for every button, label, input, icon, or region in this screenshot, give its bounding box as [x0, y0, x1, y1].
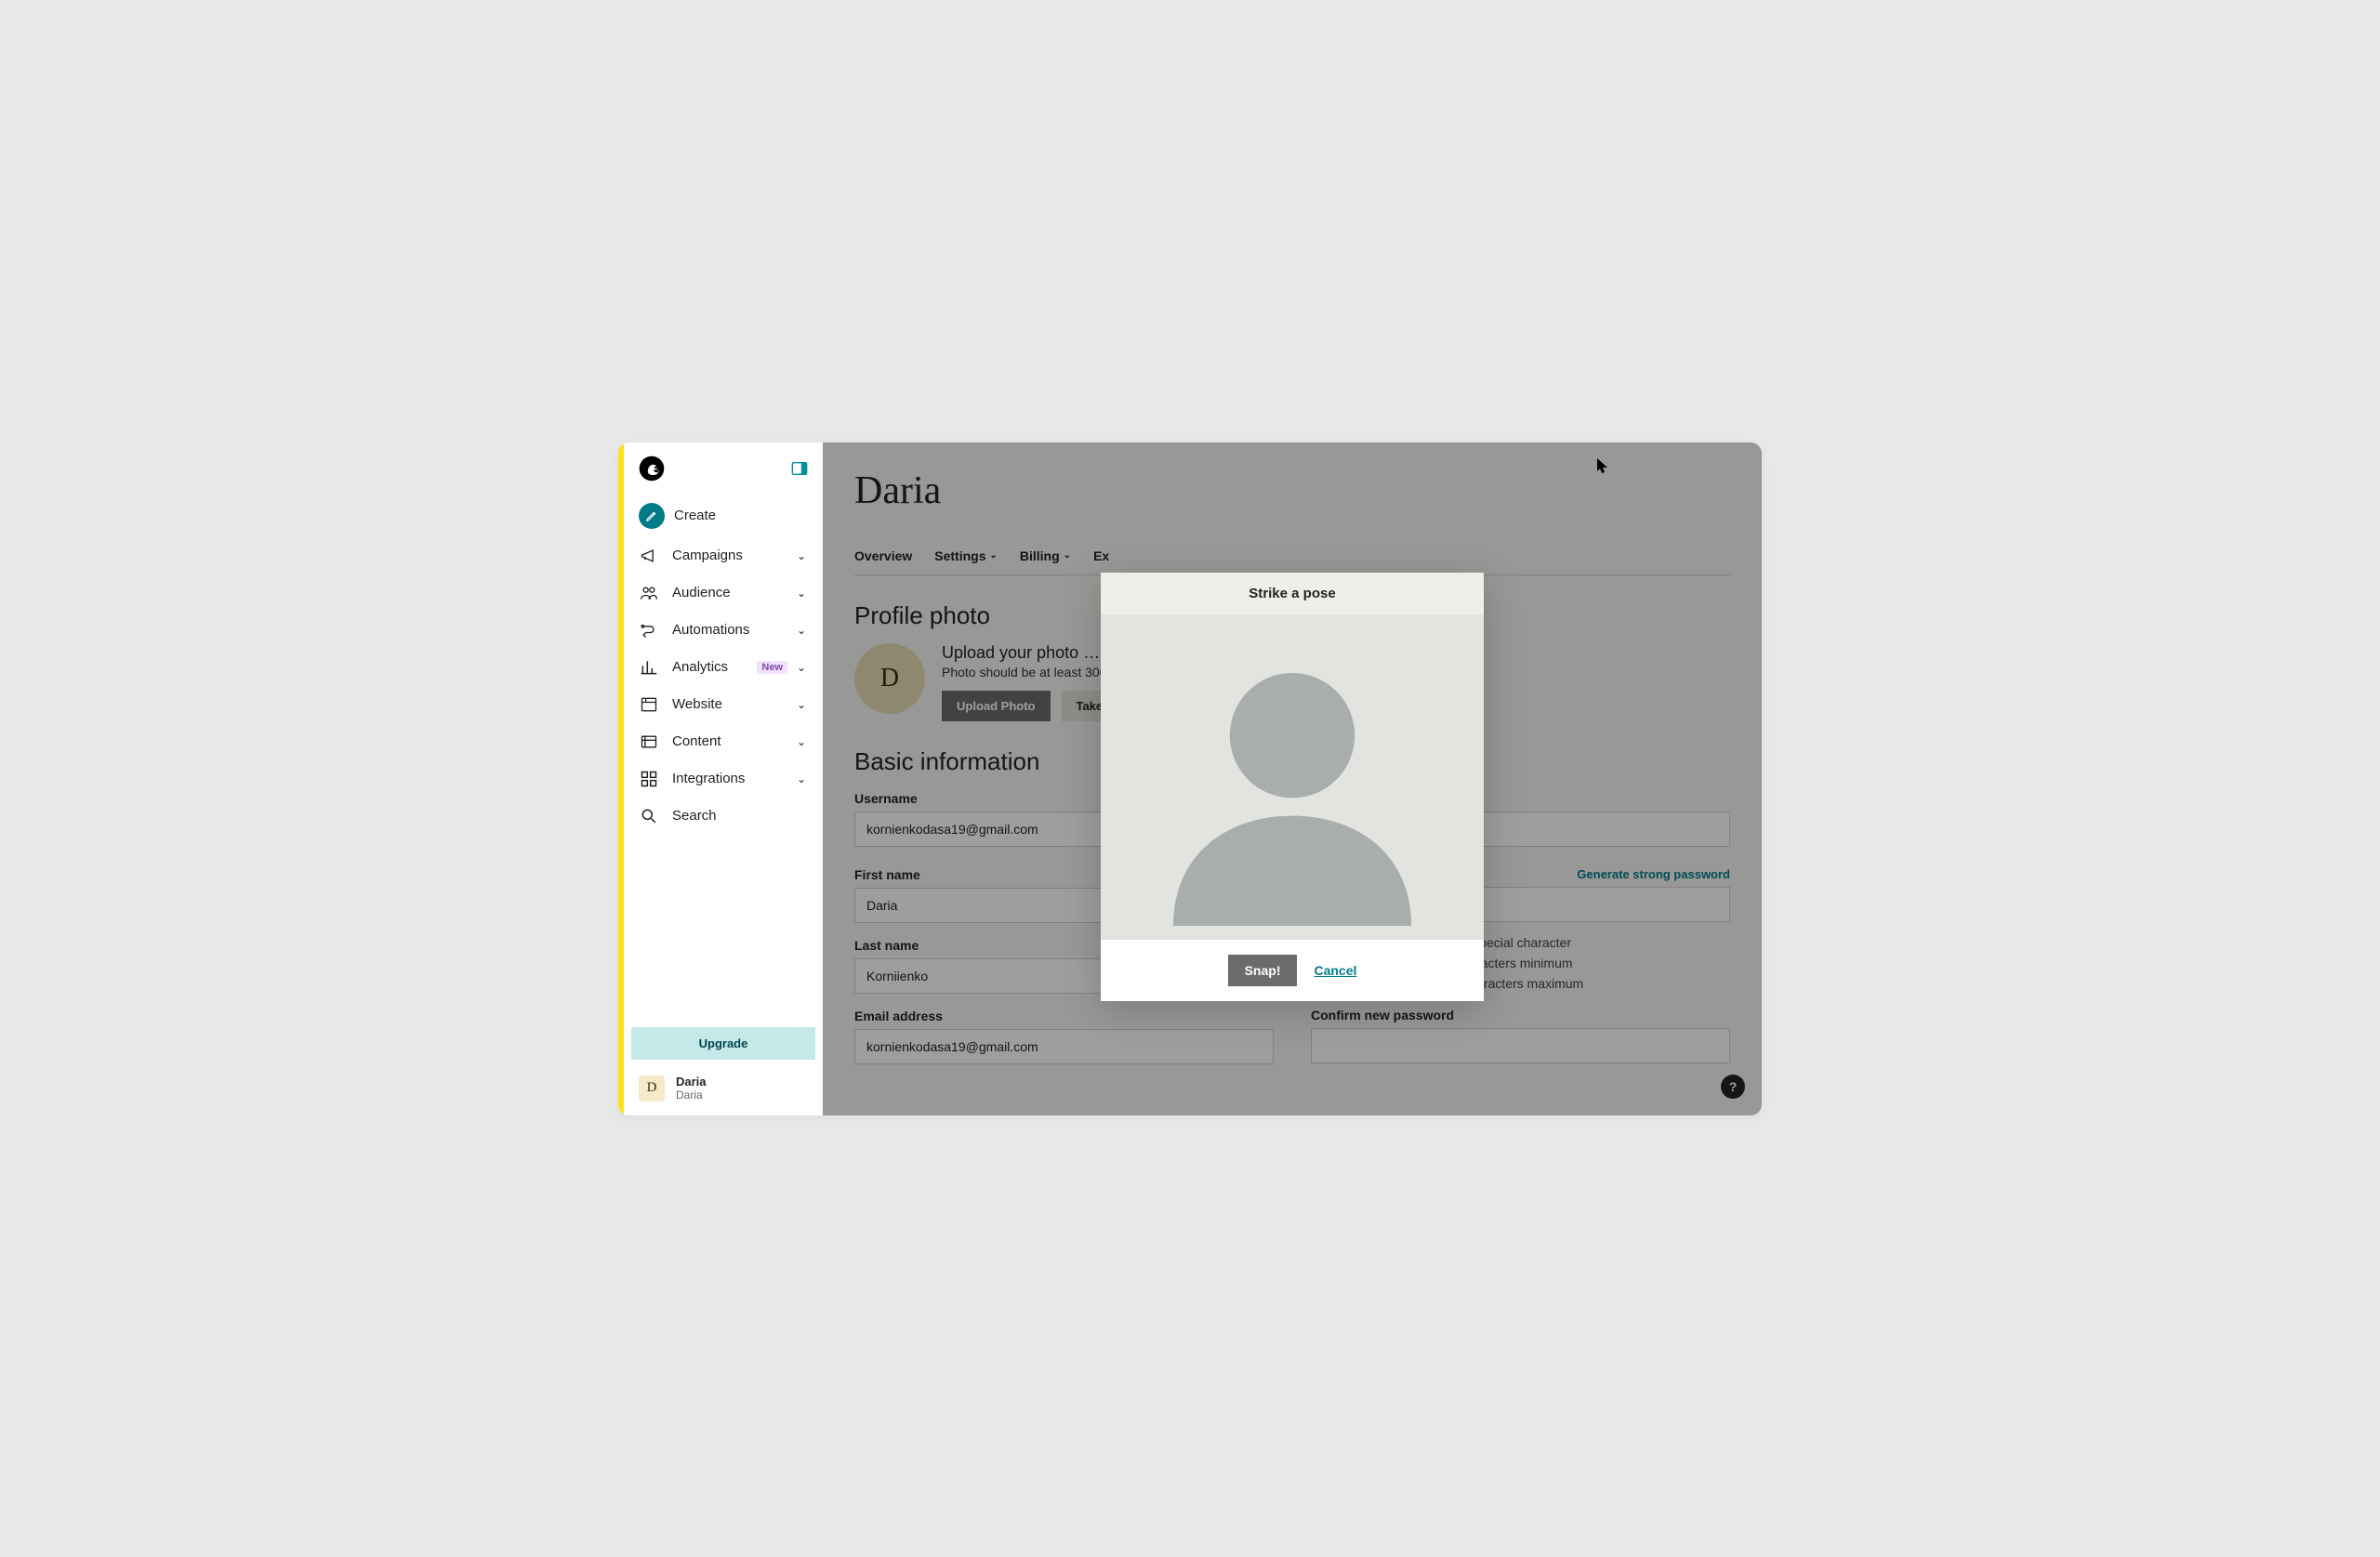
upgrade-banner[interactable]: Upgrade — [631, 1027, 815, 1060]
sidebar-item-content[interactable]: Content ⌄ — [624, 723, 823, 760]
sidebar: Create Campaigns ⌄ Audience ⌄ — [624, 442, 823, 1115]
take-photo-modal: Strike a pose Snap! Cancel — [1101, 573, 1484, 1001]
chevron-down-icon: ⌄ — [795, 698, 808, 711]
nav-label: Content — [672, 733, 795, 749]
chevron-down-icon: ⌄ — [795, 735, 808, 748]
website-icon — [639, 694, 659, 715]
nav-label: Search — [672, 808, 808, 824]
analytics-icon — [639, 657, 659, 678]
user-secondary: Daria — [676, 1089, 707, 1102]
pencil-icon — [639, 503, 665, 529]
audience-icon — [639, 583, 659, 603]
nav-label: Automations — [672, 622, 795, 638]
sidebar-nav: Create Campaigns ⌄ Audience ⌄ — [624, 491, 823, 835]
sidebar-item-integrations[interactable]: Integrations ⌄ — [624, 760, 823, 798]
nav-label: Create — [674, 508, 808, 523]
modal-scope: Strike a pose Snap! Cancel — [823, 442, 1762, 1115]
avatar: D — [639, 1075, 665, 1102]
nav-label: Website — [672, 696, 795, 712]
new-badge: New — [757, 661, 787, 674]
mailchimp-logo-icon[interactable] — [639, 455, 665, 482]
camera-preview — [1101, 614, 1484, 940]
nav-label: Audience — [672, 585, 795, 600]
sidebar-item-automations[interactable]: Automations ⌄ — [624, 612, 823, 649]
panel-toggle-icon[interactable] — [791, 460, 808, 477]
megaphone-icon — [639, 546, 659, 566]
chevron-down-icon: ⌄ — [795, 624, 808, 637]
modal-title: Strike a pose — [1101, 573, 1484, 614]
chevron-down-icon: ⌄ — [795, 587, 808, 600]
sidebar-item-campaigns[interactable]: Campaigns ⌄ — [624, 537, 823, 574]
user-menu[interactable]: D Daria Daria — [624, 1075, 823, 1115]
app-frame: Create Campaigns ⌄ Audience ⌄ — [618, 442, 1762, 1115]
chevron-down-icon: ⌄ — [795, 549, 808, 562]
user-primary: Daria — [676, 1075, 707, 1089]
sidebar-item-analytics[interactable]: Analytics New ⌄ — [624, 649, 823, 686]
chevron-down-icon: ⌄ — [795, 661, 808, 674]
upgrade-label: Upgrade — [699, 1036, 748, 1050]
sidebar-item-website[interactable]: Website ⌄ — [624, 686, 823, 723]
chevron-down-icon: ⌄ — [795, 772, 808, 785]
search-icon — [639, 806, 659, 826]
sidebar-item-search[interactable]: Search — [624, 798, 823, 835]
snap-button[interactable]: Snap! — [1228, 955, 1298, 986]
nav-label: Analytics — [672, 659, 757, 675]
sidebar-item-audience[interactable]: Audience ⌄ — [624, 574, 823, 612]
automations-icon — [639, 620, 659, 640]
nav-label: Integrations — [672, 771, 795, 786]
content-icon — [639, 732, 659, 752]
sidebar-item-create[interactable]: Create — [624, 495, 823, 537]
integrations-icon — [639, 769, 659, 789]
cancel-link[interactable]: Cancel — [1314, 963, 1356, 978]
nav-label: Campaigns — [672, 548, 795, 563]
